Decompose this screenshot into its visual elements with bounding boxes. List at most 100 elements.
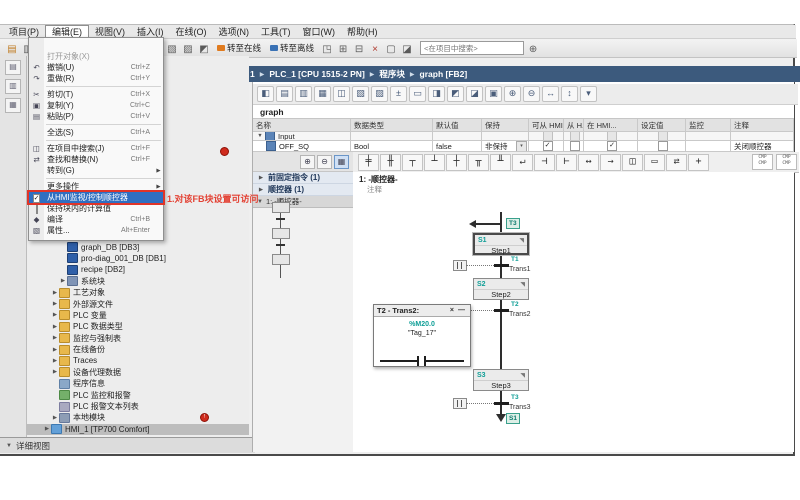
editor-toolbar-icon[interactable]: ± bbox=[390, 86, 407, 102]
checkbox[interactable]: ✓ bbox=[543, 141, 553, 151]
tree-item-PLC-变量[interactable]: ▶PLC 变量 bbox=[27, 310, 249, 321]
popup-close-button[interactable]: × bbox=[448, 307, 456, 314]
edit-menu-item-6[interactable]: ▤粘贴(P)Ctrl+V bbox=[29, 111, 163, 122]
go-online-button[interactable]: 转至在线 bbox=[213, 41, 265, 55]
tree-expand-icon[interactable]: ▶ bbox=[51, 415, 59, 421]
editor-toolbar-icon[interactable]: ◧ bbox=[257, 86, 274, 102]
nav-expand-icon[interactable]: ▶ bbox=[257, 175, 265, 181]
minimap-step[interactable] bbox=[272, 202, 290, 213]
checkbox[interactable] bbox=[658, 141, 668, 151]
edit-menu-item-2[interactable]: ↷重做(R)Ctrl+Y bbox=[29, 73, 163, 84]
go-offline-button[interactable]: 转至离线 bbox=[266, 41, 318, 55]
tree-item-graph_DB--DB3-[interactable]: graph_DB [DB3] bbox=[27, 241, 249, 252]
breadcrumb-segment-1[interactable]: PLC_1 [CPU 1515-2 PN] bbox=[269, 69, 364, 79]
nav-item-0[interactable]: ▶前固定指令 (1) bbox=[253, 172, 353, 184]
toolbar-icon[interactable]: ◳ bbox=[319, 42, 335, 58]
edit-menu-item-4[interactable]: ✂剪切(T)Ctrl+X bbox=[29, 89, 163, 100]
graph-tool-icon[interactable]: ┬ bbox=[402, 154, 423, 171]
edit-menu-item-11[interactable]: ⇄查找和替换(N)Ctrl+F bbox=[29, 154, 163, 165]
minimap-step[interactable] bbox=[272, 228, 290, 239]
entry-jump-label[interactable]: T3 bbox=[506, 218, 520, 229]
zoom-in-icon[interactable]: ⊕ bbox=[300, 155, 315, 169]
breadcrumb-segment-2[interactable]: 程序块 bbox=[379, 68, 405, 80]
tree-expand-icon[interactable]: ▶ bbox=[51, 358, 59, 364]
jump-target-label[interactable]: S1 bbox=[506, 413, 520, 424]
graph-tool-icon[interactable]: ┴ bbox=[424, 154, 445, 171]
graph-tool-icon[interactable]: ┼ bbox=[446, 154, 467, 171]
checkbox[interactable]: ✓ bbox=[607, 141, 617, 151]
step-s1[interactable]: S1◥ Step1 bbox=[473, 233, 529, 255]
menu-checkbox[interactable]: ✓ bbox=[33, 194, 41, 203]
contact-bar-right[interactable] bbox=[424, 356, 426, 366]
edit-menu-item-1[interactable]: ↶撤销(U)Ctrl+Z bbox=[29, 62, 163, 73]
popup-title-bar[interactable]: T2 - Trans2: × — bbox=[374, 305, 470, 317]
graph-tool-icon[interactable]: ↵ bbox=[512, 154, 533, 171]
tree-expand-icon[interactable]: ▶ bbox=[51, 369, 59, 375]
edit-menu-item-16[interactable]: 保持块内的计算值 bbox=[29, 203, 163, 214]
edit-menu-item-14[interactable]: 更多操作▶ bbox=[29, 181, 163, 192]
rail-icon[interactable]: ▤ bbox=[5, 60, 21, 75]
menubar-item-8[interactable]: 帮助(H) bbox=[341, 26, 384, 38]
tree-item-PLC-报警文本列表[interactable]: PLC 报警文本列表 bbox=[27, 401, 249, 412]
graph-tool-icon[interactable]: + bbox=[688, 154, 709, 171]
transition-t2[interactable] bbox=[494, 309, 509, 312]
graph-tool-icon[interactable]: ⊣ bbox=[534, 154, 555, 171]
details-view-bar[interactable]: ▼ 详细视图 bbox=[0, 437, 255, 453]
tree-item-外部源文件[interactable]: ▶外部源文件 bbox=[27, 298, 249, 309]
tree-expand-icon[interactable]: ▶ bbox=[51, 301, 59, 307]
breadcrumb-segment-3[interactable]: graph [FB2] bbox=[420, 69, 468, 79]
toolbar-icon[interactable]: ▢ bbox=[383, 42, 399, 58]
tree-item-程序信息[interactable]: 程序信息 bbox=[27, 378, 249, 389]
editor-toolbar-icon[interactable]: ↔ bbox=[542, 86, 559, 102]
graph-tool-icon[interactable]: → bbox=[600, 154, 621, 171]
editor-toolbar-icon[interactable]: ▤ bbox=[276, 86, 293, 102]
tree-expand-icon[interactable]: ▶ bbox=[51, 335, 59, 341]
edit-menu-item-5[interactable]: ▣复制(Y)Ctrl+C bbox=[29, 100, 163, 111]
menubar-item-5[interactable]: 选项(N) bbox=[213, 26, 256, 38]
nav-item-1[interactable]: ▶顺控器 (1) bbox=[253, 184, 353, 196]
compare-tool-button[interactable]: CMPCMP bbox=[776, 154, 797, 170]
edit-menu-item-15[interactable]: ✓从HMI监视/控制顺控器 bbox=[29, 192, 163, 203]
compare-tool-button[interactable]: CMPCMP bbox=[752, 154, 773, 170]
editor-toolbar-icon[interactable]: ↕ bbox=[561, 86, 578, 102]
edit-menu-item-12[interactable]: 转到(G)▶ bbox=[29, 165, 163, 176]
edit-menu-item-10[interactable]: ◫在项目中搜索(J)Ctrl+F bbox=[29, 143, 163, 154]
search-input[interactable] bbox=[420, 41, 524, 55]
editor-toolbar-icon[interactable]: ▧ bbox=[352, 86, 369, 102]
row-expand-icon[interactable]: ▼ bbox=[256, 133, 264, 139]
tree-item-recipe--DB2-[interactable]: recipe [DB2] bbox=[27, 264, 249, 275]
editor-toolbar-icon[interactable]: ▣ bbox=[485, 86, 502, 102]
checkbox[interactable] bbox=[570, 141, 580, 151]
menu-checkbox[interactable] bbox=[36, 205, 38, 214]
tree-item-设备代理数据[interactable]: ▶设备代理数据 bbox=[27, 367, 249, 378]
editor-toolbar-icon[interactable]: ◫ bbox=[333, 86, 350, 102]
graph-tool-icon[interactable]: ↔ bbox=[578, 154, 599, 171]
tree-item-Traces[interactable]: ▶Traces bbox=[27, 355, 249, 366]
graph-tool-icon[interactable]: ╫ bbox=[380, 154, 401, 171]
graph-tool-icon[interactable]: ╨ bbox=[490, 154, 511, 171]
tree-expand-icon[interactable]: ▶ bbox=[51, 312, 59, 318]
toolbar-icon[interactable]: ⊕ bbox=[525, 42, 541, 58]
menubar-item-4[interactable]: 在线(O) bbox=[170, 26, 213, 38]
toolbar-icon[interactable]: ⊟ bbox=[351, 42, 367, 58]
editor-toolbar-icon[interactable]: ▭ bbox=[409, 86, 426, 102]
rail-icon[interactable]: ▥ bbox=[5, 79, 21, 94]
editor-toolbar-icon[interactable]: ◪ bbox=[466, 86, 483, 102]
graph-tool-icon[interactable]: ▭ bbox=[644, 154, 665, 171]
tree-item-HMI_1--TP700-Comfort-[interactable]: ▶HMI_1 [TP700 Comfort] bbox=[27, 424, 249, 435]
ladder-network-icon[interactable] bbox=[453, 398, 467, 409]
edit-menu-item-17[interactable]: ◆编译Ctrl+B bbox=[29, 214, 163, 225]
tree-item-工艺对象[interactable]: ▶工艺对象 bbox=[27, 287, 249, 298]
editor-toolbar-icon[interactable]: ⊕ bbox=[504, 86, 521, 102]
toolbar-icon[interactable]: × bbox=[367, 42, 383, 58]
zoom-out-icon[interactable]: ⊖ bbox=[317, 155, 332, 169]
sequence-nav-label[interactable]: ▼ 1: -顺控器- bbox=[253, 196, 353, 208]
menubar-item-0[interactable]: 项目(P) bbox=[3, 26, 45, 38]
interface-row-Input[interactable]: ▼Input bbox=[253, 132, 794, 141]
tree-item-pro-diag_001_DB--DB1-[interactable]: pro-diag_001_DB [DB1] bbox=[27, 253, 249, 264]
tree-item-本地模块[interactable]: ▶本地模块! bbox=[27, 412, 249, 423]
transition-t3[interactable] bbox=[494, 402, 509, 405]
menubar-item-7[interactable]: 窗口(W) bbox=[297, 26, 342, 38]
contact-bar-left[interactable] bbox=[417, 356, 419, 366]
toolbar-icon[interactable]: ⊞ bbox=[335, 42, 351, 58]
